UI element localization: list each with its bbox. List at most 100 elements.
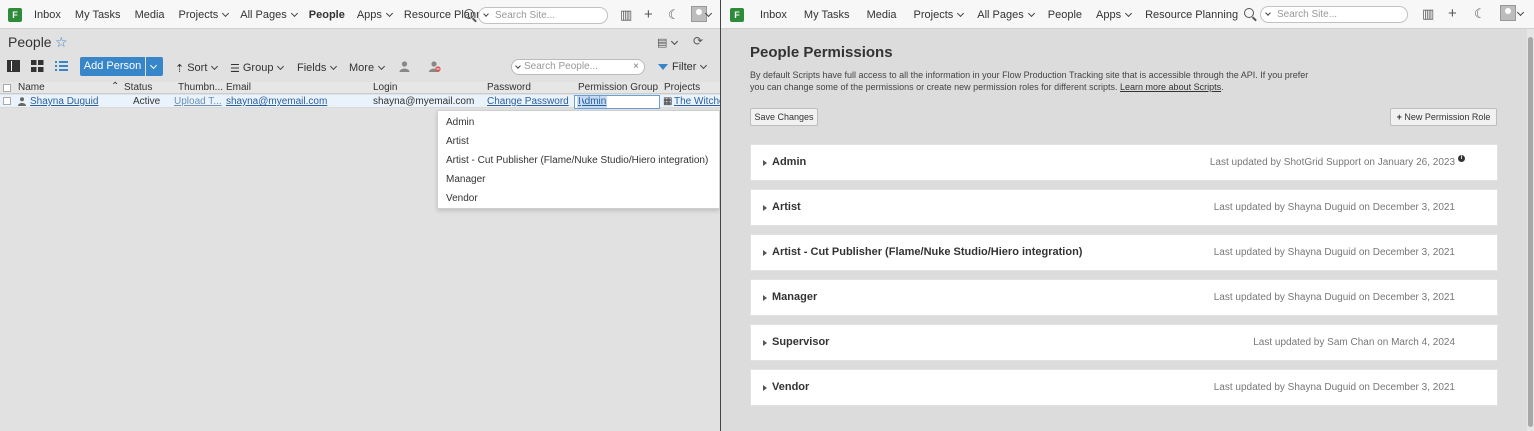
app-logo[interactable]: F xyxy=(730,8,744,22)
description-line-1: By default Scripts have full access to a… xyxy=(750,70,1309,80)
detail-view-icon[interactable] xyxy=(55,60,68,72)
column-login[interactable]: Login xyxy=(373,82,397,94)
avatar[interactable] xyxy=(1500,5,1516,21)
add-person-button[interactable]: Add Person xyxy=(80,57,145,76)
select-all-checkbox[interactable] xyxy=(3,84,11,92)
chevron-down-icon xyxy=(290,9,298,17)
app-logo[interactable]: F xyxy=(8,8,22,22)
project-link[interactable]: The Witche xyxy=(674,95,720,108)
permissions-pane: F Inbox My Tasks Media Projects All Page… xyxy=(721,0,1534,431)
role-row-admin[interactable]: Admin Last updated by ShotGrid Support o… xyxy=(750,144,1498,181)
nav-inbox[interactable]: Inbox xyxy=(760,9,787,21)
nav-projects[interactable]: Projects xyxy=(179,9,230,21)
role-name: Manager xyxy=(772,291,818,303)
column-status[interactable]: Status xyxy=(124,82,152,94)
status-value[interactable]: Active xyxy=(133,95,160,108)
nav-media[interactable]: Media xyxy=(135,9,165,21)
nav-all-pages[interactable]: All Pages xyxy=(240,9,298,21)
upload-thumbnail-link[interactable]: Upload T... xyxy=(174,95,222,108)
role-row-manager[interactable]: Manager Last updated by Shayna Duguid on… xyxy=(750,279,1498,316)
chevron-down-icon xyxy=(277,62,285,70)
row-checkbox[interactable] xyxy=(3,97,11,105)
nav-apps[interactable]: Apps xyxy=(1096,9,1133,21)
expand-icon[interactable] xyxy=(763,340,767,346)
search-icon[interactable] xyxy=(464,9,474,19)
email-link[interactable]: shayna@myemail.com xyxy=(226,95,327,108)
nav-all-pages[interactable]: All Pages xyxy=(977,9,1035,21)
role-row-artist-cut-publisher[interactable]: Artist - Cut Publisher (Flame/Nuke Studi… xyxy=(750,234,1498,271)
role-row-supervisor[interactable]: Supervisor Last updated by Sam Chan on M… xyxy=(750,324,1498,361)
expand-icon[interactable] xyxy=(763,160,767,166)
nav-inbox[interactable]: Inbox xyxy=(34,9,61,21)
text-cursor-icon: I xyxy=(577,96,582,108)
person-remove-icon[interactable] xyxy=(429,61,441,72)
chevron-down-icon[interactable] xyxy=(1516,8,1525,17)
group-button[interactable]: ☰ Group xyxy=(230,60,285,76)
gift-icon[interactable]: ▥ xyxy=(620,8,632,21)
nav-media[interactable]: Media xyxy=(867,9,897,21)
expand-icon[interactable] xyxy=(763,250,767,256)
refresh-icon[interactable]: ⟳ xyxy=(693,34,703,48)
moon-icon[interactable]: ☾ xyxy=(1474,7,1486,20)
nav-my-tasks[interactable]: My Tasks xyxy=(75,9,121,21)
search-people-placeholder: Search People... xyxy=(524,61,598,72)
fields-button[interactable]: Fields xyxy=(297,60,338,76)
option-manager[interactable]: Manager xyxy=(446,174,485,185)
role-updated: Last updated by Sam Chan on March 4, 202… xyxy=(1253,337,1455,348)
column-password[interactable]: Password xyxy=(487,82,531,94)
filter-button[interactable]: Filter xyxy=(658,61,708,73)
search-people-input[interactable]: Search People... × xyxy=(511,59,645,75)
gift-icon[interactable]: ▥ xyxy=(1422,7,1434,20)
list-view-icon[interactable] xyxy=(7,60,20,72)
search-icon[interactable] xyxy=(1244,8,1254,18)
nav-people[interactable]: People xyxy=(1048,9,1082,21)
star-icon[interactable]: ☆ xyxy=(55,34,68,51)
more-button[interactable]: More xyxy=(349,60,386,76)
nav-resource-planning[interactable]: Resource Planning xyxy=(1145,9,1238,21)
column-permission-group[interactable]: Permission Group xyxy=(578,82,658,94)
clear-icon[interactable]: × xyxy=(633,60,639,74)
role-row-artist[interactable]: Artist Last updated by Shayna Duguid on … xyxy=(750,189,1498,226)
fields-label: Fields xyxy=(297,62,327,74)
info-icon[interactable]: i xyxy=(1458,155,1465,162)
thumbnail-view-icon[interactable] xyxy=(31,60,44,72)
expand-icon[interactable] xyxy=(763,385,767,391)
chevron-down-icon xyxy=(1027,9,1035,17)
new-permission-role-button[interactable]: + New Permission Role xyxy=(1390,108,1497,126)
person-name-link[interactable]: Shayna Duguid xyxy=(30,95,98,108)
role-name: Supervisor xyxy=(772,336,830,348)
save-changes-button[interactable]: Save Changes xyxy=(750,108,818,126)
site-search-placeholder: Search Site... xyxy=(495,10,556,21)
plus-icon[interactable]: + xyxy=(644,7,653,22)
scrollbar-thumb[interactable] xyxy=(1528,37,1533,427)
nav-my-tasks[interactable]: My Tasks xyxy=(804,9,850,21)
login-value[interactable]: shayna@myemail.com xyxy=(373,95,474,108)
role-row-vendor[interactable]: Vendor Last updated by Shayna Duguid on … xyxy=(750,369,1498,406)
site-search-input[interactable]: Search Site... xyxy=(478,7,608,24)
nav-apps[interactable]: Apps xyxy=(357,9,393,21)
page-menu-icon[interactable]: ▤ xyxy=(657,36,679,49)
column-thumbnail[interactable]: Thumbn... xyxy=(178,82,223,94)
change-password-link[interactable]: Change Password xyxy=(487,95,569,108)
learn-more-link[interactable]: Learn more about Scripts xyxy=(1120,82,1221,92)
plus-icon[interactable]: + xyxy=(1448,6,1457,21)
option-artist[interactable]: Artist xyxy=(446,136,469,147)
add-person-dropdown[interactable] xyxy=(146,57,163,76)
option-admin[interactable]: Admin xyxy=(446,117,474,128)
column-email[interactable]: Email xyxy=(226,82,251,94)
option-vendor[interactable]: Vendor xyxy=(446,193,478,204)
expand-icon[interactable] xyxy=(763,295,767,301)
sort-button[interactable]: ⇡ Sort xyxy=(175,60,219,76)
site-search-input[interactable]: Search Site... xyxy=(1260,6,1408,23)
moon-icon[interactable]: ☾ xyxy=(668,8,680,21)
expand-icon[interactable] xyxy=(763,205,767,211)
column-name[interactable]: Name xyxy=(18,82,45,94)
scrollbar[interactable] xyxy=(1527,29,1534,431)
option-artist-cut-publisher[interactable]: Artist - Cut Publisher (Flame/Nuke Studi… xyxy=(446,155,708,166)
column-projects[interactable]: Projects xyxy=(664,82,700,94)
chevron-down-icon xyxy=(330,62,338,70)
permission-group-editor[interactable]: Admin I xyxy=(574,95,660,109)
person-icon[interactable] xyxy=(399,61,410,72)
nav-projects[interactable]: Projects xyxy=(914,9,965,21)
nav-people[interactable]: People xyxy=(309,9,345,21)
